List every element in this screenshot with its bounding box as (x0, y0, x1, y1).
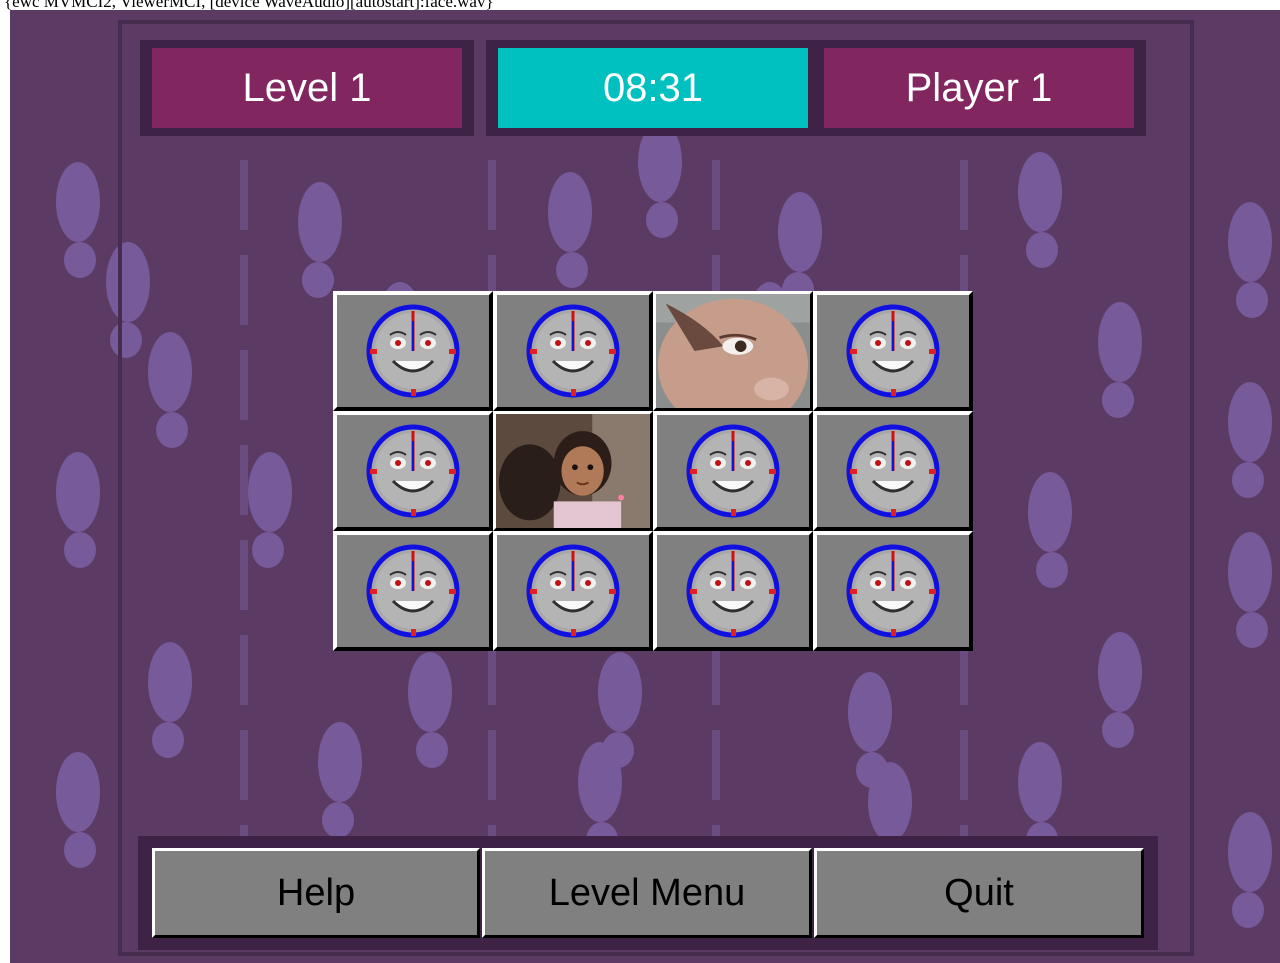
smiley-clock-icon (366, 304, 460, 398)
memory-card-face-down[interactable] (333, 531, 493, 651)
smiley-clock-icon (366, 424, 460, 518)
memory-card-face-up[interactable] (653, 291, 813, 411)
memory-card-face-down[interactable] (813, 411, 973, 531)
footprint-icon (1228, 202, 1272, 318)
bottom-button-bar: Help Level Menu Quit (138, 836, 1158, 950)
game-board: Level 1 08:31 Player 1 Help Level Menu Q… (10, 10, 1280, 963)
photo-close-up-face-icon (656, 294, 810, 408)
photo-girl-with-doll-icon (496, 414, 650, 528)
player-panel: Player 1 (812, 40, 1146, 136)
memory-card-face-down[interactable] (493, 291, 653, 411)
footprint-icon (1228, 812, 1272, 928)
memory-card-face-down[interactable] (813, 531, 973, 651)
smiley-clock-icon (526, 544, 620, 638)
card-grid (333, 291, 973, 651)
quit-button[interactable]: Quit (814, 848, 1144, 938)
memory-card-face-up[interactable] (493, 411, 653, 531)
memory-card-face-down[interactable] (653, 411, 813, 531)
footprint-icon (1228, 532, 1272, 648)
footprint-icon (56, 162, 100, 278)
level-menu-button[interactable]: Level Menu (482, 848, 812, 938)
memory-card-face-down[interactable] (333, 291, 493, 411)
memory-card-face-down[interactable] (653, 531, 813, 651)
player-label: Player 1 (824, 48, 1134, 128)
smiley-clock-icon (846, 424, 940, 518)
footprint-icon (1228, 382, 1272, 498)
level-label: Level 1 (152, 48, 462, 128)
smiley-clock-icon (526, 304, 620, 398)
smiley-clock-icon (686, 424, 780, 518)
footprint-icon (56, 752, 100, 868)
help-button[interactable]: Help (152, 848, 480, 938)
memory-card-face-down[interactable] (813, 291, 973, 411)
smiley-clock-icon (846, 544, 940, 638)
smiley-clock-icon (846, 304, 940, 398)
timer-panel: 08:31 (486, 40, 820, 136)
smiley-clock-icon (686, 544, 780, 638)
footprint-icon (56, 452, 100, 568)
memory-card-face-down[interactable] (333, 411, 493, 531)
memory-card-face-down[interactable] (493, 531, 653, 651)
level-panel: Level 1 (140, 40, 474, 136)
timer-display: 08:31 (498, 48, 808, 128)
smiley-clock-icon (366, 544, 460, 638)
